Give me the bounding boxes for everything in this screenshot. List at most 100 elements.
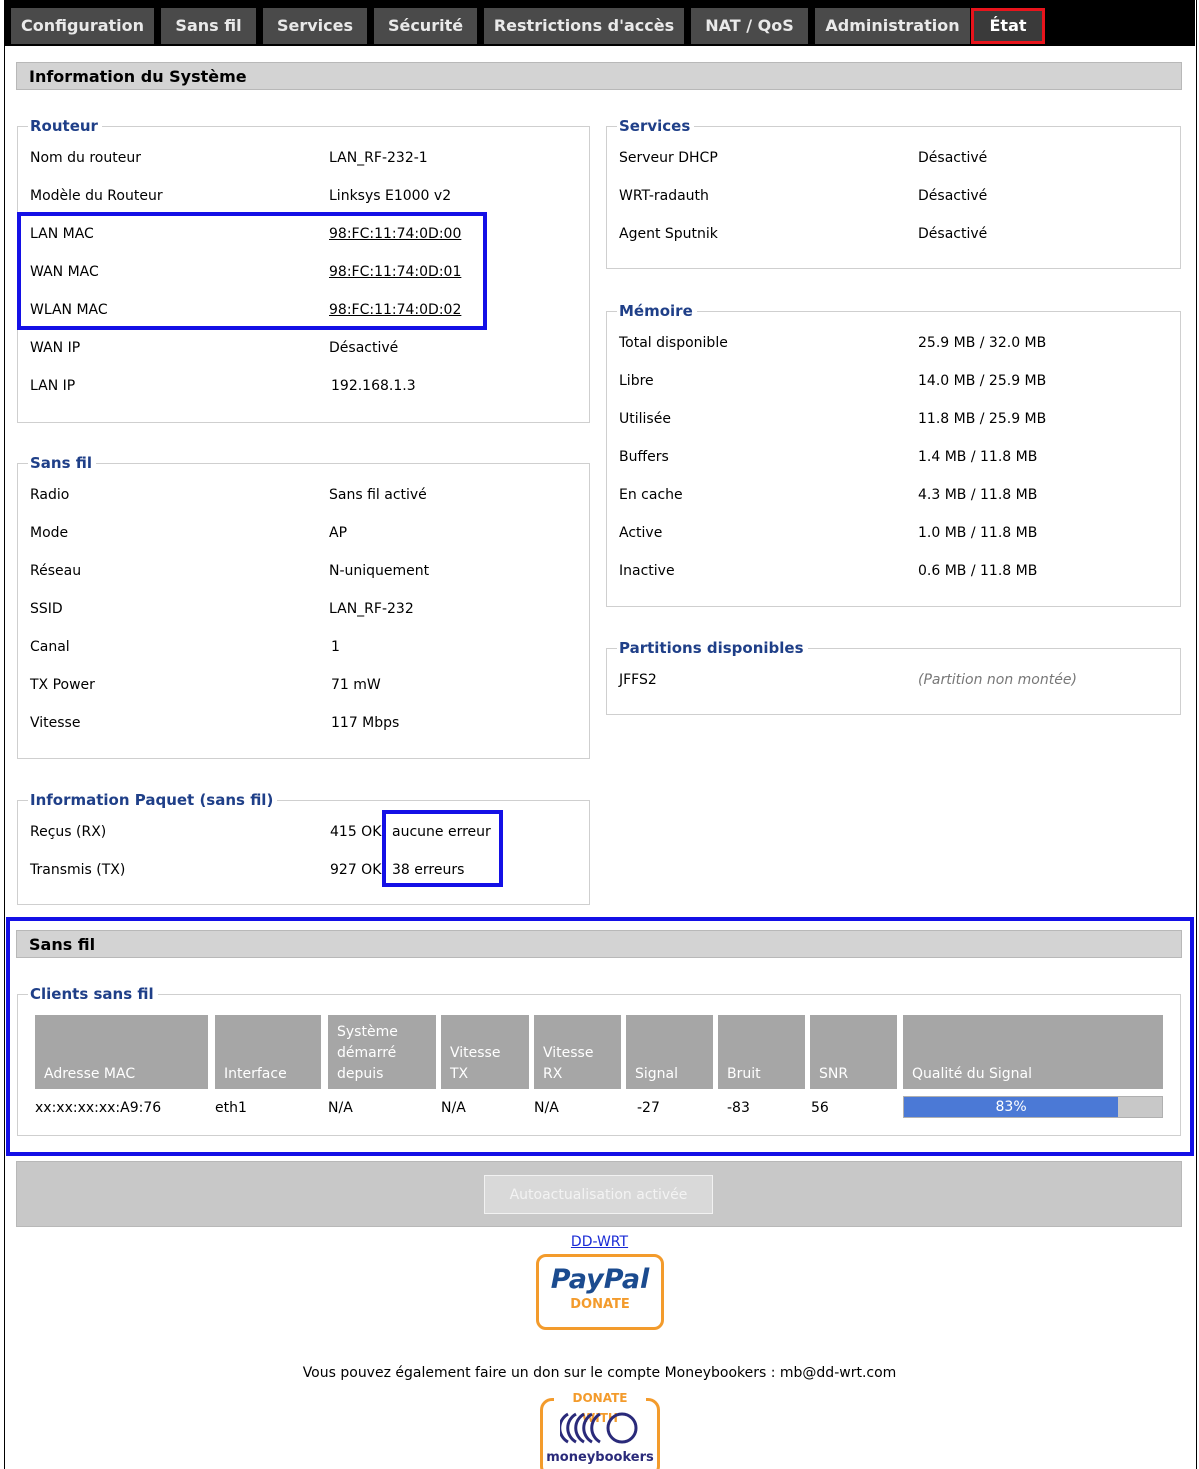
- router-panel: Routeur Nom du routeur LAN_RF-232-1 Modè…: [17, 115, 590, 423]
- jffs2-label: JFFS2: [619, 672, 657, 688]
- dhcp-label: Serveur DHCP: [619, 150, 718, 166]
- mem-cache-label: En cache: [619, 487, 683, 503]
- mem-inactive-value: 0.6 MB / 11.8 MB: [918, 563, 1038, 579]
- moneybookers-top-text: DONATE WITH: [554, 1388, 646, 1425]
- ddwrt-link[interactable]: DD-WRT: [571, 1234, 628, 1250]
- radio-label: Radio: [30, 487, 70, 503]
- router-name-label: Nom du routeur: [30, 150, 141, 166]
- client-uptime: N/A: [328, 1100, 353, 1116]
- signal-quality-label: 83%: [995, 1099, 1027, 1115]
- wan-mac-value[interactable]: 98:FC:11:74:0D:01: [329, 261, 461, 283]
- tab-services[interactable]: Services: [263, 8, 367, 44]
- lan-mac-label: LAN MAC: [30, 226, 94, 242]
- tab-etat[interactable]: État: [971, 8, 1045, 44]
- tx-power-label: TX Power: [30, 677, 95, 693]
- mem-total-label: Total disponible: [619, 335, 728, 351]
- mem-total-value: 25.9 MB / 32.0 MB: [918, 335, 1047, 351]
- client-snr: 56: [811, 1100, 829, 1116]
- col-rx-header[interactable]: Vitesse RX: [534, 1015, 621, 1089]
- client-noise: -83: [727, 1100, 750, 1116]
- tab-configuration[interactable]: Configuration: [11, 8, 154, 44]
- packet-info-legend: Information Paquet (sans fil): [28, 789, 278, 811]
- mem-inactive-label: Inactive: [619, 563, 675, 579]
- rx-error-value: aucune erreur: [392, 824, 491, 840]
- router-model-value: Linksys E1000 v2: [329, 188, 452, 204]
- memory-panel: Mémoire Total disponible 25.9 MB / 32.0 …: [606, 300, 1181, 607]
- tx-error-value: 38 erreurs: [392, 862, 465, 878]
- partitions-panel: Partitions disponibles JFFS2 (Partition …: [606, 637, 1181, 715]
- wireless-section-header: Sans fil: [16, 930, 1182, 958]
- mode-value: AP: [329, 525, 348, 541]
- mem-free-label: Libre: [619, 373, 654, 389]
- ssid-label: SSID: [30, 601, 63, 617]
- mem-active-label: Active: [619, 525, 663, 541]
- radio-value: Sans fil activé: [329, 487, 427, 503]
- services-panel: Services Serveur DHCP Désactivé WRT-rada…: [606, 115, 1181, 269]
- paypal-logo-text: PayPal: [550, 1264, 650, 1295]
- tab-nat-qos[interactable]: NAT / QoS: [691, 8, 808, 44]
- col-quality-header[interactable]: Qualité du Signal: [903, 1015, 1163, 1089]
- radauth-label: WRT-radauth: [619, 188, 709, 204]
- speed-label: Vitesse: [30, 715, 81, 731]
- wireless-clients-legend: Clients sans fil: [28, 983, 158, 1005]
- mem-used-value: 11.8 MB / 25.9 MB: [918, 411, 1047, 427]
- signal-quality-bar: 83%: [903, 1096, 1163, 1118]
- col-uptime-header[interactable]: Système démarré depuis: [328, 1015, 436, 1089]
- wan-mac-label: WAN MAC: [30, 264, 99, 280]
- wlan-mac-label: WLAN MAC: [30, 302, 108, 318]
- tx-label: Transmis (TX): [30, 862, 126, 878]
- rx-ok-value: 415 OK: [330, 824, 382, 840]
- packet-info-panel: Information Paquet (sans fil) Reçus (RX)…: [17, 789, 590, 905]
- top-navigation: Configuration Sans fil Services Sécurité…: [4, 0, 1195, 46]
- rx-label: Reçus (RX): [30, 824, 107, 840]
- tab-administration[interactable]: Administration: [815, 8, 970, 44]
- router-name-value: LAN_RF-232-1: [329, 150, 428, 166]
- router-legend: Routeur: [28, 115, 102, 137]
- network-value: N-uniquement: [329, 563, 430, 579]
- col-snr-header[interactable]: SNR: [810, 1015, 897, 1089]
- client-tx-rate: N/A: [441, 1100, 466, 1116]
- wireless-legend: Sans fil: [28, 452, 97, 474]
- wireless-panel: Sans fil Radio Sans fil activé Mode AP R…: [17, 452, 590, 759]
- col-interface-header[interactable]: Interface: [215, 1015, 321, 1089]
- mode-label: Mode: [30, 525, 69, 541]
- tab-restrictions[interactable]: Restrictions d'accès: [484, 8, 684, 44]
- autorefresh-button[interactable]: Autoactualisation activée: [484, 1175, 713, 1214]
- router-model-label: Modèle du Routeur: [30, 188, 163, 204]
- moneybookers-logo-text: moneybookers: [546, 1450, 654, 1465]
- memory-legend: Mémoire: [617, 300, 697, 322]
- client-mac: xx:xx:xx:xx:A9:76: [35, 1100, 162, 1116]
- channel-label: Canal: [30, 639, 70, 655]
- col-mac-header[interactable]: Adresse MAC: [35, 1015, 208, 1089]
- partitions-legend: Partitions disponibles: [617, 637, 808, 659]
- mem-free-value: 14.0 MB / 25.9 MB: [918, 373, 1047, 389]
- wan-ip-value: Désactivé: [329, 340, 399, 356]
- mem-buffers-value: 1.4 MB / 11.8 MB: [918, 449, 1038, 465]
- wlan-mac-value[interactable]: 98:FC:11:74:0D:02: [329, 299, 461, 321]
- client-interface: eth1: [215, 1100, 247, 1116]
- ssid-value: LAN_RF-232: [329, 601, 414, 617]
- channel-value: 1: [331, 639, 340, 655]
- network-label: Réseau: [30, 563, 82, 579]
- tab-securite[interactable]: Sécurité: [374, 8, 477, 44]
- sputnik-label: Agent Sputnik: [619, 226, 718, 242]
- mem-active-value: 1.0 MB / 11.8 MB: [918, 525, 1038, 541]
- mem-used-label: Utilisée: [619, 411, 671, 427]
- jffs2-value: (Partition non montée): [918, 672, 1077, 688]
- col-tx-header[interactable]: Vitesse TX: [441, 1015, 529, 1089]
- tab-sans-fil[interactable]: Sans fil: [161, 8, 256, 44]
- lan-mac-value[interactable]: 98:FC:11:74:0D:00: [329, 223, 461, 245]
- client-rx-rate: N/A: [534, 1100, 559, 1116]
- client-signal: -27: [637, 1100, 660, 1116]
- lan-ip-value: 192.168.1.3: [331, 378, 416, 394]
- autorefresh-area: Autoactualisation activée: [16, 1161, 1182, 1227]
- col-noise-header[interactable]: Bruit: [718, 1015, 805, 1089]
- paypal-donate-text: DONATE: [570, 1297, 630, 1312]
- lan-ip-label: LAN IP: [30, 378, 76, 394]
- services-legend: Services: [617, 115, 695, 137]
- mem-buffers-label: Buffers: [619, 449, 669, 465]
- col-signal-header[interactable]: Signal: [626, 1015, 713, 1089]
- moneybookers-donate-button[interactable]: DONATE WITH moneybookers: [536, 1388, 664, 1469]
- paypal-donate-button[interactable]: PayPal DONATE: [536, 1254, 664, 1330]
- moneybookers-text: Vous pouvez également faire un don sur l…: [302, 1365, 897, 1381]
